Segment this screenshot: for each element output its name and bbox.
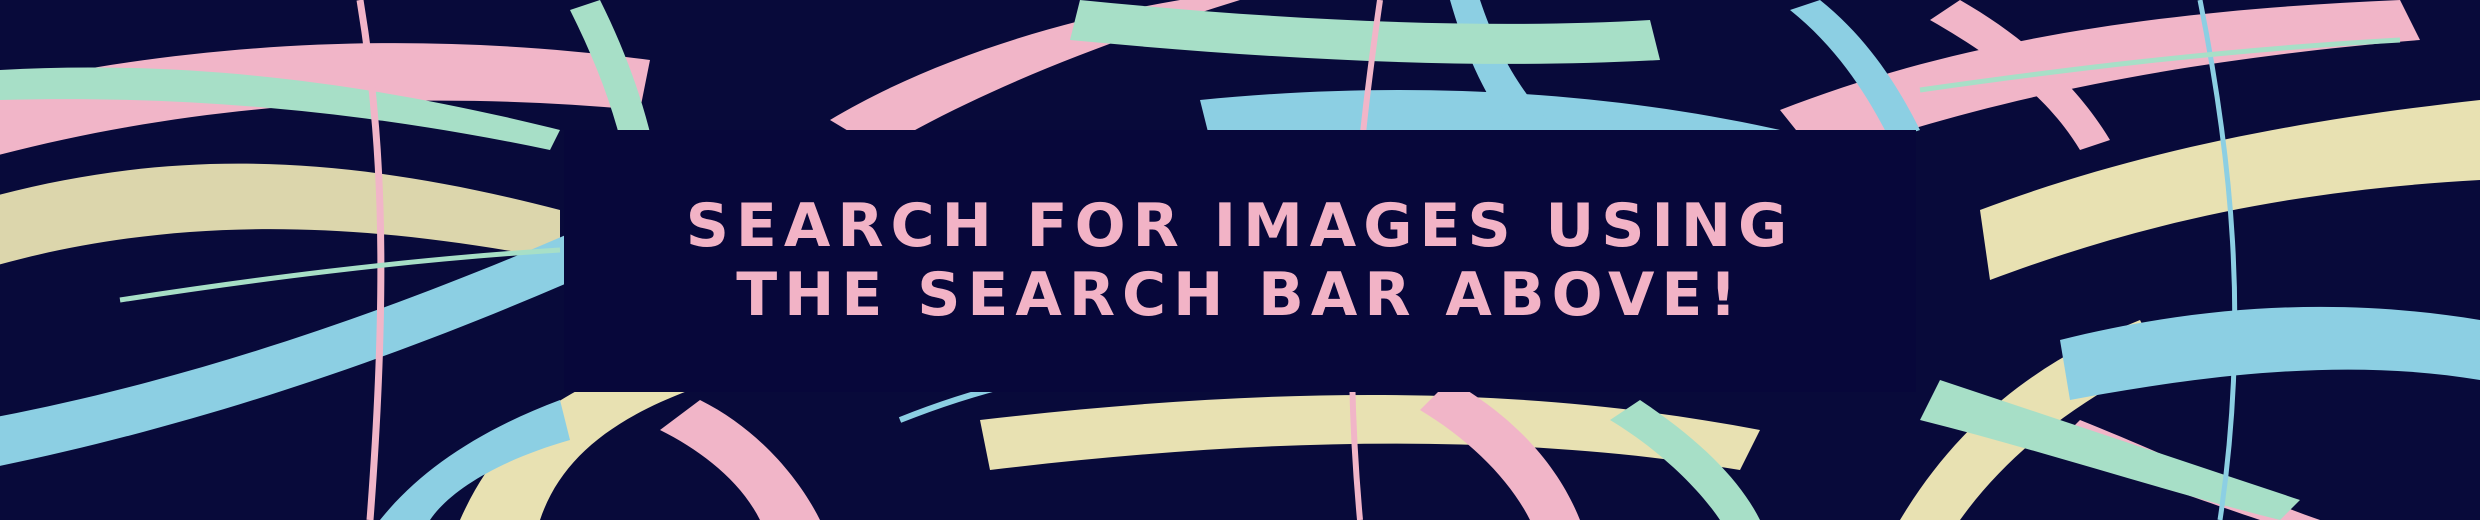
search-hint-banner: SEARCH FOR IMAGES USING THE SEARCH BAR A… bbox=[0, 0, 2480, 520]
search-hint-line-2: THE SEARCH BAR ABOVE! bbox=[736, 260, 1744, 330]
search-hint-box: SEARCH FOR IMAGES USING THE SEARCH BAR A… bbox=[564, 130, 1916, 392]
search-hint-line-1: SEARCH FOR IMAGES USING bbox=[685, 191, 1795, 261]
